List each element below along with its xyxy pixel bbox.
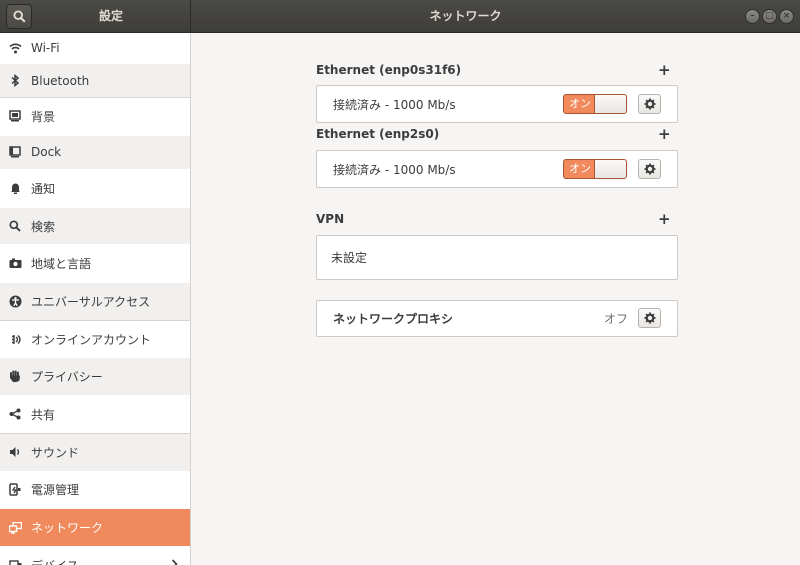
background-icon xyxy=(8,109,22,123)
sidebar-item-label: 地域と言語 xyxy=(31,257,92,272)
gear-icon xyxy=(644,98,655,110)
proxy-status: オフ xyxy=(604,312,629,326)
gear-icon xyxy=(644,312,655,324)
ethernet2-status: 接続済み - 1000 Mb/s xyxy=(333,162,456,177)
ethernet1-card: 接続済み - 1000 Mb/s オン xyxy=(316,85,678,123)
ethernet1-title: Ethernet (enp0s31f6) xyxy=(316,63,462,77)
sidebar-item-background[interactable]: 背景 xyxy=(0,98,190,136)
gear-icon xyxy=(644,163,655,175)
vpn-status: 未設定 xyxy=(331,251,368,265)
region-icon xyxy=(8,257,22,271)
sidebar-item-label: 背景 xyxy=(31,109,56,124)
add-vpn-button[interactable]: + xyxy=(658,211,671,227)
toggle-knob xyxy=(594,95,626,113)
ethernet2-toggle[interactable]: オン xyxy=(563,159,627,179)
header-bar: 設定 ネットワーク – □ × xyxy=(0,0,800,33)
sidebar-item-network[interactable]: ネットワーク xyxy=(0,509,190,547)
maximize-button[interactable]: □ xyxy=(762,9,777,24)
sidebar-item-accessibility[interactable]: ユニバーサルアクセス xyxy=(0,283,190,321)
sidebar-item-bluetooth[interactable]: Bluetooth xyxy=(0,64,190,98)
sidebar-item-label: デバイス xyxy=(31,557,79,565)
add-ethernet2-button[interactable]: + xyxy=(658,126,671,142)
sidebar-item-dock[interactable]: Dock xyxy=(0,135,190,170)
window-controls: – □ × xyxy=(745,9,794,24)
sidebar-item-search[interactable]: 検索 xyxy=(0,207,190,246)
dock-icon xyxy=(8,145,22,159)
ethernet1-settings-button[interactable] xyxy=(638,94,661,114)
toggle-knob xyxy=(594,160,626,178)
sidebar: Wi-Fi Bluetooth 背景 Dock 通知 検索 地域と言語 ユニバー… xyxy=(0,33,191,565)
sidebar-title: 設定 xyxy=(98,9,123,23)
sidebar-item-label: 検索 xyxy=(31,219,56,234)
search-icon xyxy=(8,219,22,233)
network-icon xyxy=(8,521,22,535)
sidebar-item-label: 通知 xyxy=(31,181,56,196)
ethernet1-status: 接続済み - 1000 Mb/s xyxy=(333,97,456,112)
share-icon xyxy=(8,407,22,421)
proxy-settings-button[interactable] xyxy=(638,308,661,328)
sidebar-item-region[interactable]: 地域と言語 xyxy=(0,245,190,284)
speaker-icon xyxy=(8,445,22,459)
hand-icon xyxy=(8,370,22,384)
ethernet2-title: Ethernet (enp2s0) xyxy=(316,127,440,141)
ethernet2-settings-button[interactable] xyxy=(638,159,661,179)
proxy-card[interactable]: ネットワークプロキシ オフ xyxy=(316,300,678,337)
sidebar-item-label: プライバシー xyxy=(31,370,103,385)
main-panel: Ethernet (enp0s31f6) + 接続済み - 1000 Mb/s … xyxy=(192,33,800,565)
search-button[interactable] xyxy=(6,4,32,29)
sidebar-item-label: ネットワーク xyxy=(31,521,104,536)
sidebar-item-sharing[interactable]: 共有 xyxy=(0,396,190,434)
bell-icon xyxy=(8,181,22,195)
devices-icon xyxy=(8,558,22,565)
sidebar-item-notifications[interactable]: 通知 xyxy=(0,169,190,208)
ethernet2-header: Ethernet (enp2s0) + xyxy=(316,124,671,144)
bluetooth-icon xyxy=(8,74,22,88)
toggle-on-label: オン xyxy=(569,162,591,175)
add-ethernet1-button[interactable]: + xyxy=(658,62,671,78)
sidebar-header: 設定 xyxy=(0,0,191,33)
ethernet1-toggle[interactable]: オン xyxy=(563,94,627,114)
vpn-header: VPN + xyxy=(316,209,671,229)
power-icon xyxy=(8,483,22,497)
sidebar-item-privacy[interactable]: プライバシー xyxy=(0,358,190,397)
sidebar-item-label: 電源管理 xyxy=(31,483,80,498)
ethernet2-card: 接続済み - 1000 Mb/s オン xyxy=(316,150,678,188)
search-icon xyxy=(12,10,26,23)
minimize-button[interactable]: – xyxy=(745,9,760,24)
toggle-on-label: オン xyxy=(569,97,591,110)
sidebar-item-label: サウンド xyxy=(31,445,80,460)
sidebar-item-label: ユニバーサルアクセス xyxy=(31,294,151,309)
proxy-label: ネットワークプロキシ xyxy=(333,312,454,326)
sidebar-item-label: 共有 xyxy=(31,407,56,422)
sidebar-item-power[interactable]: 電源管理 xyxy=(0,471,190,510)
online-accounts-icon xyxy=(8,332,22,346)
vpn-title: VPN xyxy=(316,212,345,226)
sidebar-item-wifi[interactable]: Wi-Fi xyxy=(0,33,190,64)
sidebar-item-online-accounts[interactable]: オンラインアカウント xyxy=(0,320,190,359)
sidebar-item-label: オンラインアカウント xyxy=(31,332,152,347)
accessibility-icon xyxy=(8,294,22,308)
vpn-card: 未設定 xyxy=(316,235,678,280)
sidebar-item-label: Bluetooth xyxy=(31,73,90,88)
sidebar-item-devices[interactable]: デバイス xyxy=(0,546,190,565)
sidebar-item-sound[interactable]: サウンド xyxy=(0,433,190,472)
sidebar-item-label: Dock xyxy=(31,145,62,160)
close-button[interactable]: × xyxy=(779,9,794,24)
chevron-right-icon xyxy=(171,558,178,565)
page-title: ネットワーク xyxy=(429,9,502,23)
ethernet1-header: Ethernet (enp0s31f6) + xyxy=(316,60,671,80)
wifi-icon xyxy=(8,41,22,55)
sidebar-item-label: Wi-Fi xyxy=(31,41,60,55)
